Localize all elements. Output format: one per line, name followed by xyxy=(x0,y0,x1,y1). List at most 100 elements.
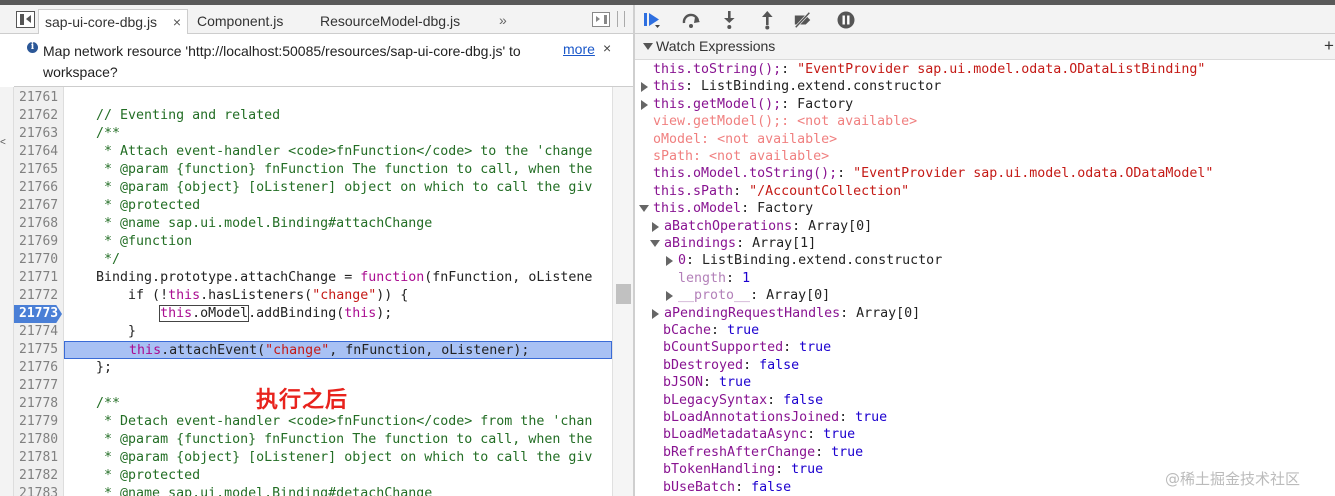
watch-row[interactable]: bLoadAnnotationsJoined: true xyxy=(663,409,887,426)
expand-chevron-icon[interactable] xyxy=(641,99,648,110)
line-number-gutter[interactable]: 21761 21762 21763 21764 21765 21766 21767 21768… xyxy=(14,87,64,496)
line-number[interactable]: 21783 xyxy=(14,485,64,496)
step-into-button[interactable] xyxy=(719,10,739,30)
line-number[interactable]: 21767 xyxy=(14,197,64,215)
watch-row[interactable]: length: 1 xyxy=(678,270,750,287)
resume-button[interactable] xyxy=(642,10,662,30)
watch-row[interactable]: this.oModel.toString();: "EventProvider … xyxy=(653,165,1213,182)
line-number[interactable]: 21775 xyxy=(14,341,64,359)
line-number[interactable]: 21772 xyxy=(14,287,64,305)
watch-row[interactable]: aBatchOperations: Array[0] xyxy=(664,218,872,235)
code-line[interactable]: // Eventing and related xyxy=(64,107,612,125)
more-tabs-chevron-icon[interactable]: » xyxy=(499,12,507,28)
infobar-close-icon[interactable]: × xyxy=(603,40,611,56)
toggle-debugger-button[interactable] xyxy=(592,12,610,27)
code-line[interactable] xyxy=(64,89,612,107)
watch-row[interactable]: this.sPath: "/AccountCollection" xyxy=(653,183,909,200)
code-line[interactable]: Binding.prototype.attachChange = functio… xyxy=(64,269,612,287)
watch-row[interactable]: oModel: <not available> xyxy=(653,131,837,148)
code-line[interactable]: * @protected xyxy=(64,467,612,485)
line-number[interactable]: 21762 xyxy=(14,107,64,125)
editor-scrollbar[interactable] xyxy=(612,87,633,496)
line-number[interactable]: 21763 xyxy=(14,125,64,143)
watch-row[interactable]: bUseBatch: false xyxy=(663,479,791,496)
deactivate-breakpoints-button[interactable] xyxy=(793,10,813,30)
code-line[interactable]: /** xyxy=(64,125,612,143)
watch-row[interactable]: sPath: <not available> xyxy=(653,148,829,165)
add-watch-expression-icon[interactable]: + xyxy=(1324,36,1334,56)
tab-close-icon[interactable]: × xyxy=(173,10,181,34)
step-over-button[interactable] xyxy=(681,10,701,30)
watch-row[interactable]: bCache: true xyxy=(663,322,759,339)
line-number[interactable]: 21774 xyxy=(14,323,64,341)
watch-row[interactable]: bDestroyed: false xyxy=(663,357,799,374)
watch-expressions-header[interactable]: Watch Expressions + xyxy=(635,34,1335,60)
code-line[interactable]: this.oModel.addBinding(this); xyxy=(64,305,612,323)
code-line[interactable]: if (!this.hasListeners("change")) { xyxy=(64,287,612,305)
watch-row[interactable]: this.oModel: Factory xyxy=(653,200,813,217)
line-number[interactable]: 21765 xyxy=(14,161,64,179)
code-line[interactable]: * @param {object} [oListener] object on … xyxy=(64,449,612,467)
tab-resourcemodel[interactable]: ResourceModel-dbg.js xyxy=(314,9,466,35)
line-number[interactable]: 21771 xyxy=(14,269,64,287)
code-line[interactable]: * @param {object} [oListener] object on … xyxy=(64,179,612,197)
watch-row[interactable]: bCountSupported: true xyxy=(663,339,831,356)
code-line[interactable]: */ xyxy=(64,251,612,269)
code-line[interactable]: * @name sap.ui.model.Binding#detachChang… xyxy=(64,485,612,496)
line-number[interactable]: 21768 xyxy=(14,215,64,233)
code-line[interactable]: * @name sap.ui.model.Binding#attachChang… xyxy=(64,215,612,233)
tab-sap-ui-core-dbg[interactable]: sap-ui-core-dbg.js × xyxy=(38,9,188,35)
pause-on-exceptions-button[interactable] xyxy=(836,10,856,30)
watch-row[interactable]: 0: ListBinding.extend.constructor xyxy=(678,252,942,269)
line-number[interactable]: 21770 xyxy=(14,251,64,269)
code-lines[interactable]: // Eventing and related /** * Attach eve… xyxy=(64,87,612,496)
expand-chevron-icon[interactable] xyxy=(641,82,648,93)
toggle-navigator-button[interactable] xyxy=(16,11,35,28)
scrollbar-thumb[interactable] xyxy=(616,284,631,304)
expand-chevron-icon[interactable] xyxy=(666,291,673,302)
watch-row[interactable]: __proto__: Array[0] xyxy=(678,287,830,304)
watch-row[interactable]: this: ListBinding.extend.constructor xyxy=(653,78,941,95)
watch-row[interactable]: bLoadMetadataAsync: true xyxy=(663,426,855,443)
infobar-more-link[interactable]: more xyxy=(563,41,595,57)
current-execution-line[interactable]: this.attachEvent("change", fnFunction, o… xyxy=(64,341,612,359)
watch-row[interactable]: aPendingRequestHandles: Array[0] xyxy=(664,305,920,322)
code-line[interactable]: }; xyxy=(64,359,612,377)
breakpoint-line-number[interactable]: 21773 xyxy=(14,305,62,323)
line-number[interactable]: 21776 xyxy=(14,359,64,377)
watch-row[interactable]: bJSON: true xyxy=(663,374,751,391)
line-number[interactable]: 21782 xyxy=(14,467,64,485)
line-number[interactable]: 21781 xyxy=(14,449,64,467)
code-line[interactable]: * Attach event-handler <code>fnFunction<… xyxy=(64,143,612,161)
expand-chevron-icon[interactable] xyxy=(652,221,659,232)
watch-row[interactable]: view.getModel();: <not available> xyxy=(653,113,917,130)
watch-expressions-list[interactable]: this.toString();: "EventProvider sap.ui.… xyxy=(635,60,1335,496)
line-number[interactable]: 21779 xyxy=(14,413,64,431)
line-number[interactable]: 21764 xyxy=(14,143,64,161)
collapse-chevron-icon[interactable] xyxy=(650,240,660,247)
navigator-collapsed-strip[interactable]: < xyxy=(0,87,14,496)
step-out-button[interactable] xyxy=(757,10,777,30)
line-number[interactable]: 21778 xyxy=(14,395,64,413)
code-line[interactable]: } xyxy=(64,323,612,341)
collapse-chevron-icon[interactable] xyxy=(639,205,649,213)
code-line[interactable]: * @function xyxy=(64,233,612,251)
line-number[interactable]: 21769 xyxy=(14,233,64,251)
expand-chevron-icon[interactable] xyxy=(666,256,673,267)
code-editor[interactable]: 21761 21762 21763 21764 21765 21766 21767 21768… xyxy=(14,87,633,496)
expand-chevron-icon[interactable] xyxy=(652,308,659,319)
code-line[interactable]: * @protected xyxy=(64,197,612,215)
line-number[interactable]: 21777 xyxy=(14,377,64,395)
code-line[interactable]: * @param {function} fnFunction The funct… xyxy=(64,431,612,449)
watch-row[interactable]: bLegacySyntax: false xyxy=(663,392,823,409)
watch-row[interactable]: bTokenHandling: true xyxy=(663,461,823,478)
watch-row[interactable]: bRefreshAfterChange: true xyxy=(663,444,863,461)
panel-resize-grip[interactable] xyxy=(617,11,625,27)
watch-row[interactable]: this.toString();: "EventProvider sap.ui.… xyxy=(653,61,1205,78)
code-line[interactable]: * @param {function} fnFunction The funct… xyxy=(64,161,612,179)
line-number[interactable]: 21780 xyxy=(14,431,64,449)
line-number[interactable]: 21766 xyxy=(14,179,64,197)
tab-component[interactable]: Component.js xyxy=(191,9,289,35)
code-line[interactable]: * Detach event-handler <code>fnFunction<… xyxy=(64,413,612,431)
line-number[interactable]: 21761 xyxy=(14,89,64,107)
